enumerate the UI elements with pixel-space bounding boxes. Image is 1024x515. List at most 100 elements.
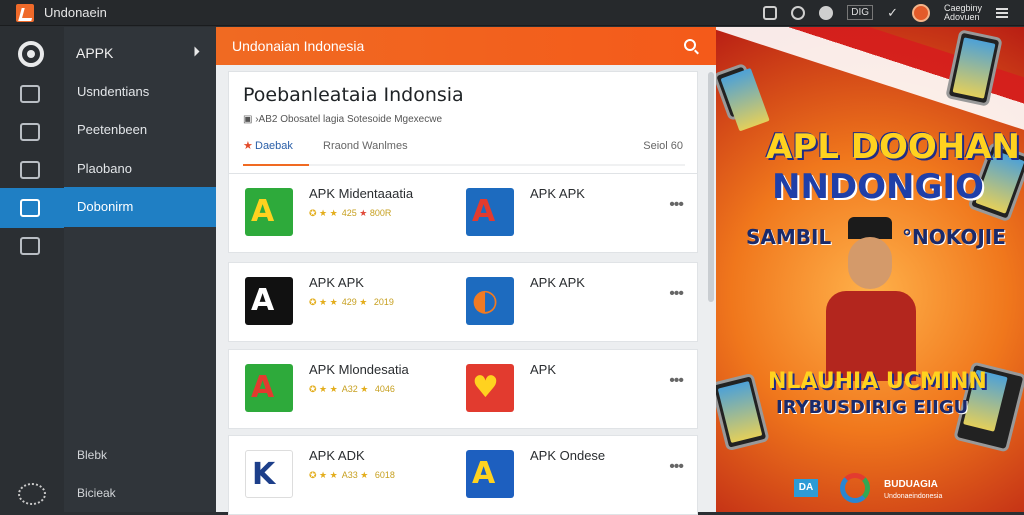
app-tile[interactable]: ◐ APK APK — [466, 275, 636, 329]
sidebar-item-peetenbeen[interactable]: Peetenbeen — [64, 110, 216, 150]
sidebar-item-dobonirm[interactable]: Dobonirm — [64, 187, 216, 227]
app-tile[interactable]: ♥ APK — [466, 362, 636, 416]
home-icon[interactable] — [20, 85, 40, 103]
tab-row: Daebak Rraond Wanlmes Seiol 60 — [243, 139, 683, 160]
app-icon: A — [245, 188, 293, 236]
app-card[interactable]: A APK APK ✪ ★ ★ 429 ★ 2019 ◐ APK APK ••• — [228, 262, 698, 342]
app-tile[interactable]: A APK Midentaaatia ✪ ★ ★ 425 ★ 800R — [245, 186, 445, 240]
bookmark-icon[interactable] — [20, 161, 40, 179]
banner-footer-line1: BUDUAGIA — [884, 479, 938, 490]
app-name: APK APK — [530, 275, 585, 290]
settings-gear-icon[interactable] — [18, 41, 44, 67]
info-card: Poebanleataia Indonsia ▣ ›AB2 Obosatel l… — [228, 71, 698, 189]
app-card[interactable]: A APK Mlondesatia ✪ ★ ★ A32 ★ 4046 ♥ APK … — [228, 349, 698, 429]
phone-illustration — [716, 372, 770, 452]
app-rating: ✪ ★ ★ A33 ★ 6018 — [309, 470, 395, 480]
app-name: APK Ondese — [530, 448, 606, 463]
tab-rraond-wanlmes[interactable]: Rraond Wanlmes — [323, 140, 408, 152]
app-name: APK Midentaaatia — [309, 186, 414, 201]
app-icon: A — [245, 364, 293, 412]
app-icon: A — [466, 188, 514, 236]
avatar[interactable] — [911, 3, 930, 22]
banner-headline: APL DOOHAN — [766, 127, 1020, 167]
app-icon: A — [245, 277, 293, 325]
main-topbar: Undonaian Indonesia — [216, 27, 716, 65]
edit-icon[interactable] — [20, 199, 40, 217]
app-name: APK Mlondesatia — [309, 362, 409, 377]
app-icon: K — [245, 450, 293, 498]
app-card[interactable]: A APK Midentaaatia ✪ ★ ★ 425 ★ 800R A APK… — [228, 173, 698, 253]
app-tile[interactable]: K APK ADK ✪ ★ ★ A33 ★ 6018 — [245, 448, 445, 502]
app-icon: ◐ — [466, 277, 514, 325]
banner-tag-left: SAMBIL — [746, 225, 832, 249]
app-glyph: A — [251, 370, 275, 405]
app-name: APK APK — [530, 186, 585, 201]
app-glyph: A — [472, 456, 496, 491]
refresh-icon[interactable] — [791, 5, 806, 20]
app-tile[interactable]: A APK Ondese — [466, 448, 636, 502]
sidebar-header[interactable]: APPK — [76, 45, 113, 61]
more-options-icon[interactable]: ••• — [669, 458, 684, 476]
title-bar: Undonaein DIG ✓ Caegbiny Adovuen — [0, 0, 1024, 26]
app-tile[interactable]: A APK Mlondesatia ✪ ★ ★ A32 ★ 4046 — [245, 362, 445, 416]
banner-cta-line1: NLAUHIA UCMINN — [768, 369, 987, 394]
app-rating: ✪ ★ ★ 425 ★ 800R — [309, 208, 392, 218]
promo-banner[interactable]: APL DOOHAN NNDONGIO SAMBIL °NOKOJIE NLAU… — [716, 27, 1024, 512]
phone-illustration — [716, 62, 762, 122]
jacket-shape — [826, 291, 916, 381]
tab-daebak[interactable]: Daebak — [243, 139, 293, 152]
head-shape — [848, 237, 892, 289]
icon-rail — [0, 27, 64, 512]
more-options-icon[interactable]: ••• — [669, 372, 684, 390]
page-title: Undonaian Indonesia — [232, 38, 365, 54]
circle-logo-icon — [840, 473, 870, 503]
info-heading: Poebanleataia Indonsia — [243, 84, 464, 106]
titlebar-controls: DIG ✓ Caegbiny Adovuen — [763, 3, 1024, 22]
app-tile[interactable]: A APK APK ✪ ★ ★ 429 ★ 2019 — [245, 275, 445, 329]
app-rating: ✪ ★ ★ A32 ★ 4046 — [309, 384, 395, 394]
app-glyph: A — [472, 194, 496, 229]
info-counter: Seiol 60 — [643, 140, 683, 152]
tab-underline — [243, 164, 685, 166]
sidebar: APPK Usndentians Peetenbeen Plaobano Dob… — [64, 27, 216, 512]
app-rating: ✪ ★ ★ 429 ★ 2019 — [309, 297, 394, 307]
hat-shape — [848, 217, 892, 239]
sidebar-item-plaobano[interactable]: Plaobano — [64, 149, 216, 189]
brand-logo: DA — [794, 479, 818, 497]
banner-tag-right: °NOKOJIE — [902, 225, 1006, 249]
chevron-right-icon[interactable] — [194, 46, 200, 57]
more-options-icon[interactable]: ••• — [669, 196, 684, 214]
app-name: APK ADK — [309, 448, 365, 463]
app-glyph: ♥ — [472, 370, 499, 405]
app-name: APK APK — [309, 275, 364, 290]
more-dots-icon[interactable] — [18, 483, 46, 505]
menu-icon[interactable] — [996, 7, 1008, 18]
sidebar-footer-blebk[interactable]: Blebk — [77, 448, 107, 462]
banner-footer-line2: Undonaeindonesia — [884, 493, 943, 500]
more-options-icon[interactable]: ••• — [669, 285, 684, 303]
app-name: APK — [530, 362, 557, 377]
window-title: Undonaein — [44, 5, 107, 20]
app-glyph: A — [251, 283, 275, 318]
app-tile[interactable]: A APK APK — [466, 186, 636, 240]
app-card[interactable]: K APK ADK ✪ ★ ★ A33 ★ 6018 A APK Ondese •… — [228, 435, 698, 515]
info-subtitle: ▣ ›AB2 Obosatel lagia Sotesoide Mgexecwe — [243, 114, 442, 125]
card-icon[interactable] — [20, 237, 40, 255]
window-icon[interactable] — [763, 5, 778, 20]
scrollbar[interactable] — [708, 72, 714, 302]
check-icon[interactable]: ✓ — [887, 5, 898, 21]
sidebar-footer-bicieak[interactable]: Bicieak — [77, 486, 116, 500]
user-line-2: Adovuen — [943, 11, 980, 22]
app-icon: ♥ — [466, 364, 514, 412]
main-panel: Undonaian Indonesia Poebanleataia Indons… — [216, 27, 716, 515]
search-icon[interactable] — [684, 39, 696, 51]
sidebar-item-usndentians[interactable]: Usndentians — [64, 72, 216, 112]
app-glyph: ◐ — [472, 283, 499, 318]
cloud-icon[interactable] — [819, 5, 834, 20]
user-label[interactable]: Caegbiny Adovuen — [943, 3, 982, 22]
app-logo-icon — [16, 3, 34, 22]
clipboard-icon[interactable] — [20, 123, 40, 141]
dig-button[interactable]: DIG — [847, 5, 874, 20]
app-glyph: A — [251, 194, 275, 229]
banner-subheadline: NNDONGIO — [772, 167, 984, 207]
